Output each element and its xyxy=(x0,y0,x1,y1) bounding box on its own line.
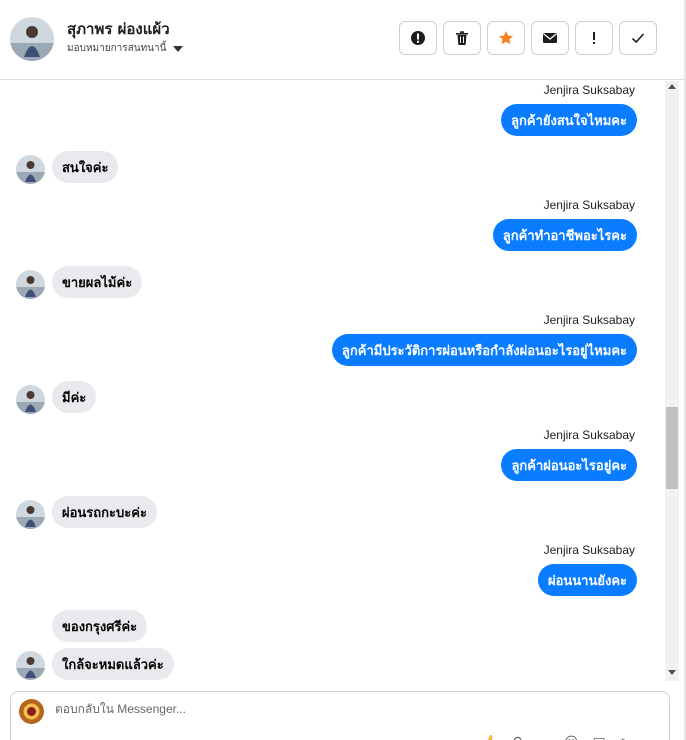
outgoing-message[interactable]: ลูกค้ายังสนใจไหมคะ xyxy=(501,104,637,136)
envelope-icon xyxy=(543,33,557,43)
outgoing-message[interactable]: ลูกค้าทำอาชีพอะไรคะ xyxy=(492,219,637,251)
scroll-up-arrow-icon[interactable] xyxy=(668,84,676,89)
attach-icon[interactable]: ⚲ xyxy=(512,735,522,740)
thread-scrollbar[interactable] xyxy=(665,81,679,681)
composer-tools: 👍 ⚲ ▭ ☺ ▣ ➤ xyxy=(481,735,632,740)
sender-name: Jenjira Suksabay xyxy=(543,428,635,442)
mark-unread-button[interactable] xyxy=(531,21,569,55)
incoming-message[interactable]: สนใจค่ะ xyxy=(52,151,119,183)
incoming-message[interactable]: ผ่อนรถกะบะค่ะ xyxy=(52,496,157,528)
conversation-actions xyxy=(399,21,657,55)
reply-composer: 👍 ⚲ ▭ ☺ ▣ ➤ xyxy=(10,691,670,740)
sender-name: Jenjira Suksabay xyxy=(543,83,635,97)
assign-label: มอบหมายการสนทนานี้ xyxy=(67,43,167,54)
incoming-message[interactable]: ขายผลไม้ค่ะ xyxy=(52,266,143,298)
sender-name: Jenjira Suksabay xyxy=(543,543,635,557)
contact-avatar-small xyxy=(16,155,45,184)
trash-icon xyxy=(456,31,468,45)
message-thread[interactable]: Jenjira Suksabay ลูกค้ายังสนใจไหมคะ สนใจ… xyxy=(0,81,686,681)
sender-name: Jenjira Suksabay xyxy=(543,313,635,327)
contact-avatar-small xyxy=(16,385,45,414)
contact-avatar-small xyxy=(16,651,45,680)
follow-up-button[interactable] xyxy=(575,21,613,55)
contact-avatar-small xyxy=(16,270,45,299)
chevron-down-icon xyxy=(173,45,184,52)
incoming-message[interactable]: ใกล้จะหมดแล้วค่ะ xyxy=(52,648,174,680)
outgoing-message[interactable]: ลูกค้ามีประวัติการผ่อนหรือกำลังผ่อนอะไรอ… xyxy=(331,334,637,366)
incoming-message[interactable]: มีค่ะ xyxy=(52,381,97,413)
outgoing-message[interactable]: ลูกค้าผ่อนอะไรอยู่คะ xyxy=(501,449,637,481)
contact-avatar[interactable] xyxy=(10,17,54,61)
send-icon[interactable]: ➤ xyxy=(620,735,632,740)
image-icon[interactable]: ▭ xyxy=(537,735,550,740)
reply-input[interactable] xyxy=(55,702,615,716)
emoji-icon[interactable]: ☺ xyxy=(564,735,579,740)
gif-icon[interactable]: ▣ xyxy=(593,735,606,740)
exclamation-icon xyxy=(593,32,595,44)
star-icon xyxy=(499,31,513,45)
like-icon[interactable]: 👍 xyxy=(481,735,498,740)
incoming-message[interactable]: ของกรุงศรีค่ะ xyxy=(52,610,148,642)
alert-circle-icon xyxy=(411,31,425,45)
sender-name: Jenjira Suksabay xyxy=(543,198,635,212)
conversation-header: สุภาพร ผ่องแผ้ว มอบหมายการสนทนานี้ xyxy=(0,0,686,80)
done-button[interactable] xyxy=(619,21,657,55)
star-button[interactable] xyxy=(487,21,525,55)
page-avatar xyxy=(19,699,44,724)
assign-conversation-dropdown[interactable]: มอบหมายการสนทนานี้ xyxy=(67,41,184,56)
delete-button[interactable] xyxy=(443,21,481,55)
contact-avatar-small xyxy=(16,500,45,529)
check-icon xyxy=(631,33,645,44)
spam-button[interactable] xyxy=(399,21,437,55)
scrollbar-thumb[interactable] xyxy=(666,407,678,489)
outgoing-message[interactable]: ผ่อนนานยังคะ xyxy=(537,564,637,596)
contact-name[interactable]: สุภาพร ผ่องแผ้ว xyxy=(67,17,170,41)
scroll-down-arrow-icon[interactable] xyxy=(668,670,676,675)
